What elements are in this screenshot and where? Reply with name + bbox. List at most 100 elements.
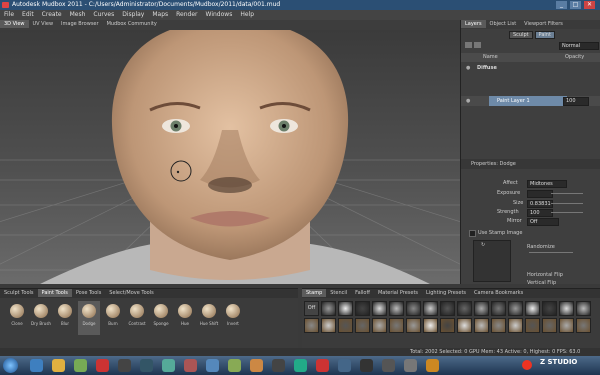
stamp-thumbnail[interactable] xyxy=(321,318,336,333)
tool-sponge[interactable]: Sponge xyxy=(150,304,172,326)
stamp-thumbnail[interactable] xyxy=(542,318,557,333)
stamp-thumbnail[interactable] xyxy=(406,318,421,333)
tool-hue[interactable]: Hue xyxy=(174,304,196,326)
tab-image-browser[interactable]: Image Browser xyxy=(57,20,103,28)
app-icon-16[interactable] xyxy=(426,359,439,372)
app-icon-6[interactable] xyxy=(206,359,219,372)
stamp-thumbnail[interactable] xyxy=(321,301,336,316)
stamp-thumbnail[interactable] xyxy=(372,301,387,316)
stamp-thumbnail[interactable] xyxy=(389,301,404,316)
tab-3d-view[interactable]: 3D View xyxy=(0,20,29,28)
exposure-field[interactable] xyxy=(527,190,553,198)
menu-windows[interactable]: Windows xyxy=(202,10,237,18)
stamp-thumbnail[interactable] xyxy=(559,301,574,316)
tab-select-move-tools[interactable]: Select/Move Tools xyxy=(105,289,157,297)
stamp-thumbnail[interactable] xyxy=(491,301,506,316)
menu-edit[interactable]: Edit xyxy=(18,10,38,18)
stamp-thumbnail[interactable] xyxy=(457,318,472,333)
tab-uv-view[interactable]: UV View xyxy=(29,20,58,28)
stamp-thumbnail[interactable] xyxy=(474,318,489,333)
stamp-off[interactable]: Off xyxy=(304,301,319,316)
menu-maps[interactable]: Maps xyxy=(148,10,172,18)
stamp-thumbnail[interactable] xyxy=(559,318,574,333)
menu-curves[interactable]: Curves xyxy=(89,10,118,18)
sculpt-mode-button[interactable]: Sculpt xyxy=(509,31,533,39)
app-icon-11[interactable] xyxy=(316,359,329,372)
tab-sculpt-tools[interactable]: Sculpt Tools xyxy=(0,289,38,297)
tab-paint-tools[interactable]: Paint Tools xyxy=(37,289,72,297)
stamp-thumbnail[interactable] xyxy=(304,318,319,333)
new-layer-icon[interactable] xyxy=(465,42,472,48)
tab-layers[interactable]: Layers xyxy=(461,20,486,28)
3d-viewport[interactable] xyxy=(0,30,460,284)
stamp-thumbnail[interactable] xyxy=(508,301,523,316)
menu-display[interactable]: Display xyxy=(118,10,148,18)
stamp-thumbnail[interactable] xyxy=(491,318,506,333)
tab-material-presets[interactable]: Material Presets xyxy=(374,289,422,297)
start-button[interactable] xyxy=(3,358,18,373)
app-icon-14[interactable] xyxy=(382,359,395,372)
stamp-thumbnail[interactable] xyxy=(355,301,370,316)
stamp-thumbnail[interactable] xyxy=(355,318,370,333)
paint-layer-row[interactable]: Paint Layer 1 xyxy=(489,96,567,106)
app-icon-4[interactable] xyxy=(162,359,175,372)
tab-lighting-presets[interactable]: Lighting Presets xyxy=(422,289,470,297)
menu-file[interactable]: File xyxy=(0,10,18,18)
app-icon-10[interactable] xyxy=(294,359,307,372)
stamp-thumbnail[interactable] xyxy=(440,301,455,316)
layer-eye-icon[interactable]: ● xyxy=(466,96,470,106)
stamp-thumbnail[interactable] xyxy=(576,318,591,333)
size-field[interactable]: 0.83831 xyxy=(527,200,553,208)
stamp-thumbnail[interactable] xyxy=(372,318,387,333)
app-icon-12[interactable] xyxy=(338,359,351,372)
stamp-thumbnail[interactable] xyxy=(440,318,455,333)
tool-dry-brush[interactable]: Dry Brush xyxy=(30,304,52,326)
layer-opacity-field[interactable]: 100 xyxy=(563,97,589,106)
tab-stencil[interactable]: Stencil xyxy=(326,289,351,297)
media-icon[interactable] xyxy=(74,359,87,372)
stamp-sliders[interactable] xyxy=(529,252,573,265)
stamp-thumbnail[interactable] xyxy=(474,301,489,316)
app-icon-3[interactable] xyxy=(140,359,153,372)
tab-object-list[interactable]: Object List xyxy=(486,20,521,28)
menu-create[interactable]: Create xyxy=(38,10,66,18)
use-stamp-checkbox[interactable] xyxy=(469,230,476,237)
app-icon-15[interactable] xyxy=(404,359,417,372)
delete-layer-icon[interactable] xyxy=(474,42,481,48)
app-icon-8[interactable] xyxy=(250,359,263,372)
stamp-thumbnail[interactable] xyxy=(542,301,557,316)
stamp-thumbnail[interactable] xyxy=(508,318,523,333)
strength-slider[interactable] xyxy=(551,212,583,213)
tool-hue-shift[interactable]: Hue Shift xyxy=(198,304,220,326)
app-icon-7[interactable] xyxy=(228,359,241,372)
app-icon-5[interactable] xyxy=(184,359,197,372)
app-icon-1[interactable] xyxy=(96,359,109,372)
eye-icon[interactable]: ● xyxy=(466,64,470,73)
channel-diffuse[interactable]: Diffuse xyxy=(477,64,497,73)
menu-mesh[interactable]: Mesh xyxy=(66,10,90,18)
tool-clone[interactable]: Clone xyxy=(6,304,28,326)
size-slider[interactable] xyxy=(551,203,583,204)
stamp-preview[interactable] xyxy=(473,240,511,282)
paint-mode-button[interactable]: Paint xyxy=(534,31,555,39)
stamp-thumbnail[interactable] xyxy=(406,301,421,316)
menu-help[interactable]: Help xyxy=(236,10,258,18)
mirror-select[interactable]: Off xyxy=(527,218,559,226)
tool-dodge[interactable]: Dodge xyxy=(78,301,100,335)
blend-mode-select[interactable]: Normal xyxy=(559,42,599,50)
affect-select[interactable]: Midtones xyxy=(527,180,567,188)
stamp-thumbnail[interactable] xyxy=(457,301,472,316)
stamp-thumbnail[interactable] xyxy=(423,301,438,316)
app-icon-9[interactable] xyxy=(272,359,285,372)
stamp-thumbnail[interactable] xyxy=(389,318,404,333)
app-icon-2[interactable] xyxy=(118,359,131,372)
app-icon-13[interactable] xyxy=(360,359,373,372)
tool-contrast[interactable]: Contrast xyxy=(126,304,148,326)
tab-mudbox-community[interactable]: Mudbox Community xyxy=(103,20,161,28)
ie-icon[interactable] xyxy=(30,359,43,372)
menu-render[interactable]: Render xyxy=(172,10,201,18)
stamp-thumbnail[interactable] xyxy=(525,318,540,333)
stamp-thumbnail[interactable] xyxy=(423,318,438,333)
stamp-rotate-icon[interactable]: ↻ xyxy=(481,242,485,248)
strength-field[interactable]: 100 xyxy=(527,209,553,217)
